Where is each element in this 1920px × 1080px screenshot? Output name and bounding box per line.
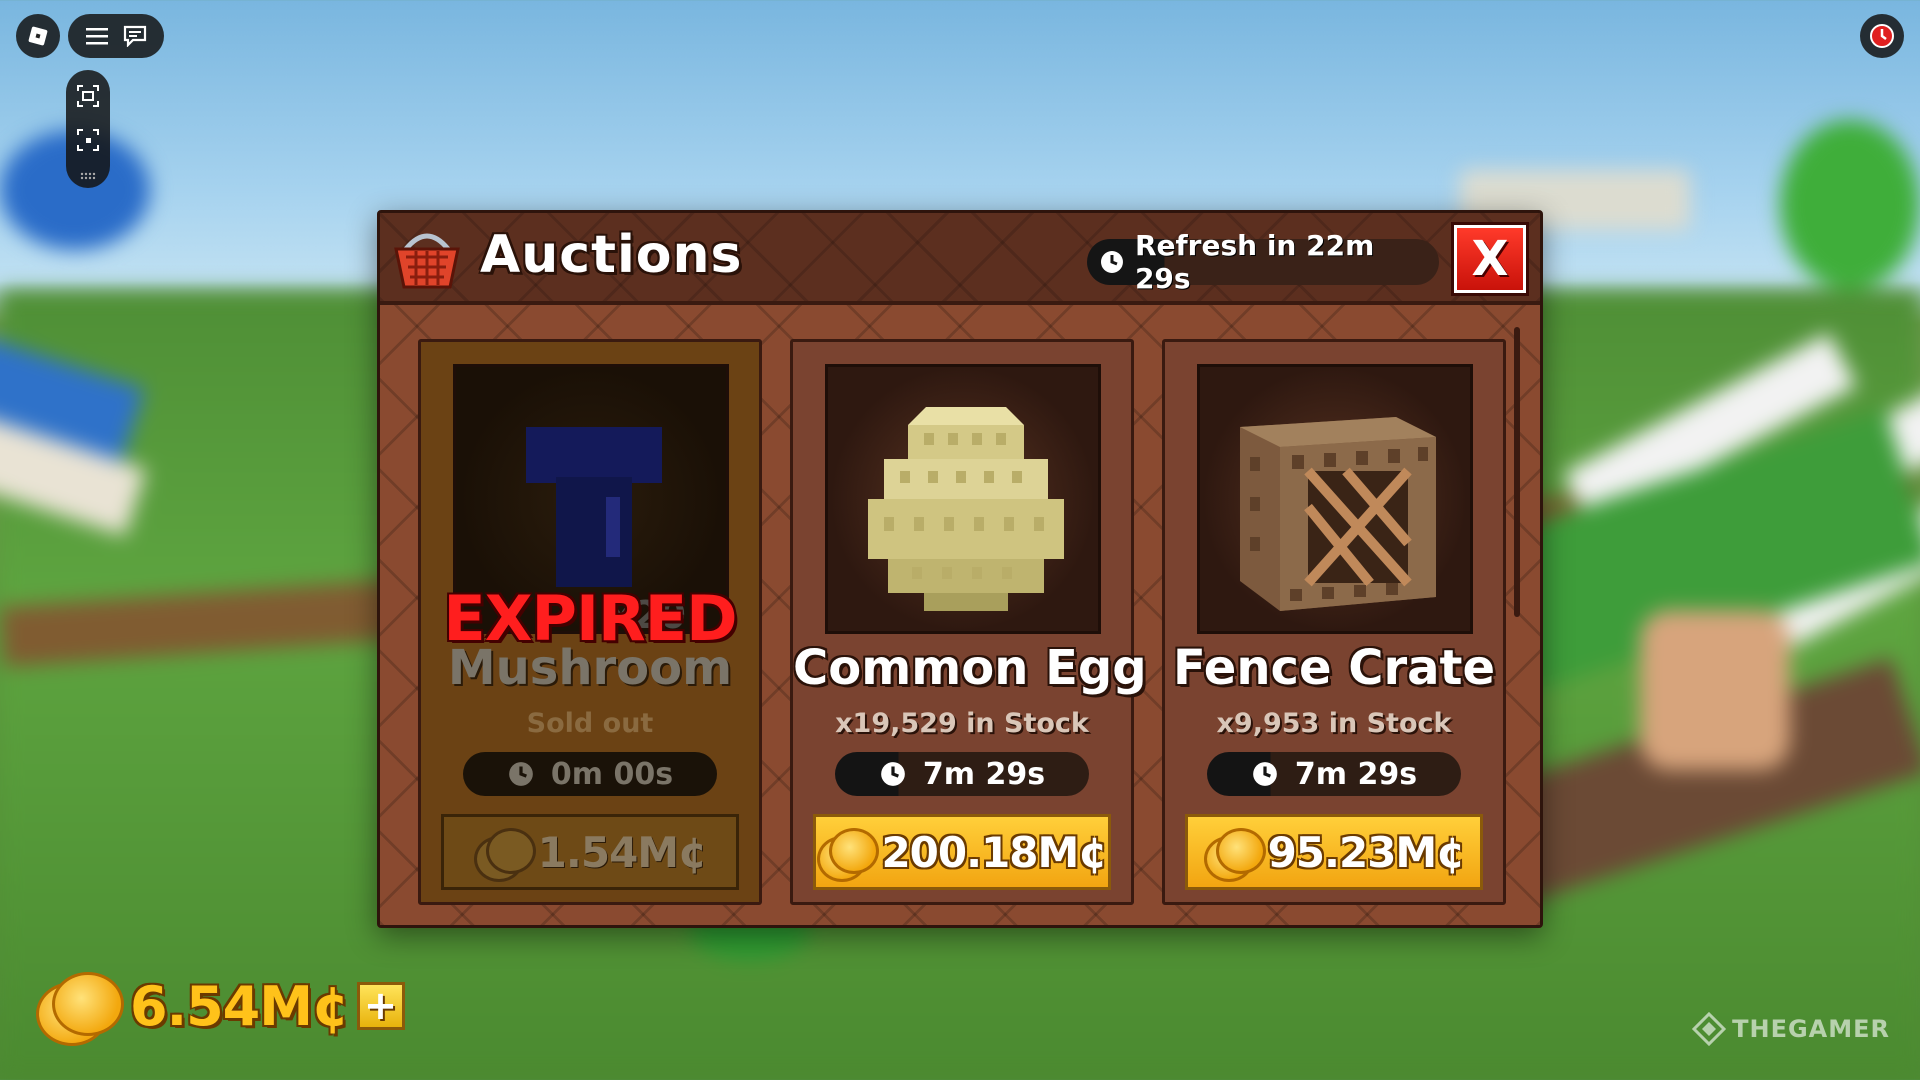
scrollbar[interactable] (1514, 327, 1520, 617)
stock-label: Sold out (526, 708, 654, 739)
auction-card-fence-crate: Fence Crate x9,953 in Stock 7m 29s 95.23… (1162, 339, 1506, 905)
watermark-text: THEGAMER (1732, 1015, 1890, 1043)
watermark: THEGAMER (1692, 1012, 1890, 1046)
refresh-label: Refresh in 22m 29s (1134, 229, 1375, 295)
refresh-timer: Refresh in 22m 29s (1087, 229, 1439, 295)
price-label: 95.23M¢ (1267, 827, 1466, 877)
drag-handle-icon[interactable] (80, 172, 96, 180)
crate-icon (1240, 417, 1436, 611)
close-button[interactable]: X (1451, 222, 1529, 296)
top-menu-bar (68, 14, 164, 58)
item-name: Fence Crate (1172, 640, 1496, 696)
egg-icon (868, 407, 1064, 611)
coin-icon (1203, 826, 1266, 882)
stock-label: x19,529 in Stock (835, 708, 1089, 739)
clock-icon (1253, 762, 1277, 786)
auction-card-mushroom: x20 EXPIRED Mushroom Sold out 0m 00s 1.5… (418, 339, 762, 905)
clock-icon (509, 762, 533, 786)
screenshot-icon[interactable] (76, 84, 100, 108)
stopwatch-icon (1870, 24, 1894, 48)
clock-icon (881, 762, 905, 786)
currency-amount: 6.54M¢ (130, 974, 350, 1038)
coin-icon (817, 826, 880, 882)
basket-icon (394, 233, 460, 289)
item-image-common-egg (825, 364, 1101, 634)
auctions-panel: Auctions Refresh in 22m 29s X x20 EXPIRE… (377, 210, 1543, 928)
side-toolbar (66, 70, 110, 188)
auction-list: x20 EXPIRED Mushroom Sold out 0m 00s 1.5… (380, 305, 1540, 925)
roblox-logo-icon (28, 26, 48, 46)
item-timer: 7m 29s (835, 752, 1089, 796)
expired-stamp: EXPIRED (443, 582, 737, 655)
buy-button-fence-crate[interactable]: 95.23M¢ (1185, 814, 1483, 890)
chat-icon[interactable] (123, 25, 147, 47)
stock-label: x9,953 in Stock (1216, 708, 1452, 739)
roblox-menu-button[interactable] (16, 14, 60, 58)
clock-icon (1100, 251, 1123, 273)
price-label: 200.18M¢ (881, 827, 1107, 877)
selfie-view-icon[interactable] (76, 128, 100, 152)
hamburger-menu-icon[interactable] (85, 26, 109, 46)
item-timer: 0m 00s (463, 752, 717, 796)
buy-button-mushroom[interactable]: 1.54M¢ (441, 814, 739, 890)
record-button[interactable] (1860, 14, 1904, 58)
currency-display: 6.54M¢ + (36, 970, 405, 1046)
buy-button-common-egg[interactable]: 200.18M¢ (813, 814, 1111, 890)
item-name: Common Egg (793, 640, 1147, 696)
timer-label: 7m 29s (922, 756, 1046, 792)
timer-label: 0m 00s (550, 756, 674, 792)
timer-label: 7m 29s (1294, 756, 1418, 792)
thegamer-logo-icon (1692, 1012, 1727, 1046)
buy-currency-button[interactable]: + (356, 982, 405, 1030)
auction-card-common-egg: Common Egg x19,529 in Stock 7m 29s 200.1… (790, 339, 1147, 905)
panel-title: Auctions (480, 225, 743, 285)
item-image-fence-crate (1197, 364, 1473, 634)
coin-icon (36, 970, 124, 1046)
panel-header: Auctions Refresh in 22m 29s X (380, 213, 1540, 305)
price-label: 1.54M¢ (537, 827, 708, 877)
coin-icon (473, 826, 536, 882)
item-timer: 7m 29s (1207, 752, 1461, 796)
